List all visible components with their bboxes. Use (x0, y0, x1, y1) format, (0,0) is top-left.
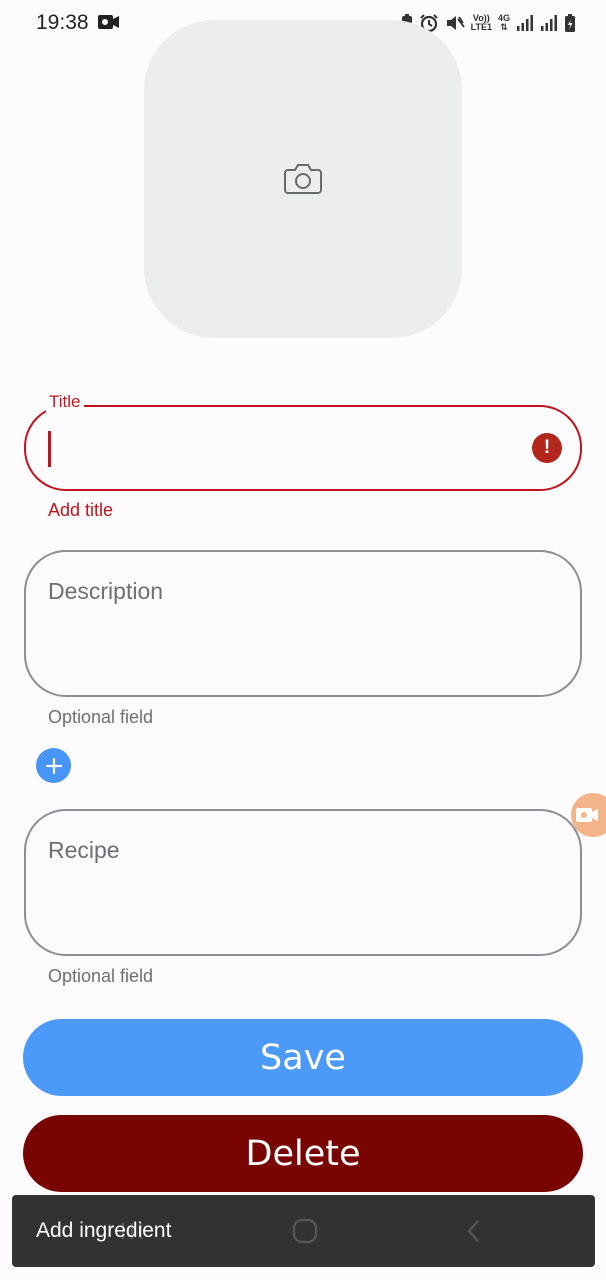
mute-icon (446, 16, 465, 30)
photo-picker[interactable] (144, 20, 462, 338)
add-ingredient-button[interactable] (36, 748, 71, 783)
video-record-icon (98, 15, 119, 29)
video-record-icon (576, 808, 598, 822)
error-icon: ! (532, 433, 562, 463)
title-field[interactable]: Title ! (24, 392, 582, 491)
recipe-field[interactable]: Recipe (24, 809, 582, 956)
title-label: Title (46, 392, 84, 412)
recipe-placeholder: Recipe (48, 837, 120, 863)
snackbar-message: Add ingredient (36, 1219, 172, 1242)
delete-button[interactable]: Delete (23, 1115, 583, 1192)
status-time: 19:38 (36, 11, 89, 34)
plus-icon (45, 757, 62, 774)
signal-icon (541, 15, 557, 31)
battery-icon (565, 14, 575, 32)
home-button[interactable] (280, 1195, 330, 1267)
network-type: 4G ⇅ (497, 13, 510, 32)
text-cursor (48, 431, 51, 467)
description-placeholder: Description (48, 578, 164, 604)
back-icon (467, 1220, 479, 1242)
snackbar: Add ingredient (12, 1195, 595, 1267)
camera-icon (284, 164, 322, 194)
back-button[interactable] (449, 1195, 499, 1267)
volte-label: Vo)) LTE1 (470, 13, 492, 32)
title-error-text: Add title (48, 500, 114, 520)
home-icon (292, 1218, 318, 1244)
recipe-helper-text: Optional field (48, 966, 154, 986)
save-button[interactable]: Save (23, 1019, 583, 1096)
description-field[interactable]: Description (24, 550, 582, 697)
description-helper-text: Optional field (48, 707, 154, 727)
signal-icon (517, 15, 533, 31)
